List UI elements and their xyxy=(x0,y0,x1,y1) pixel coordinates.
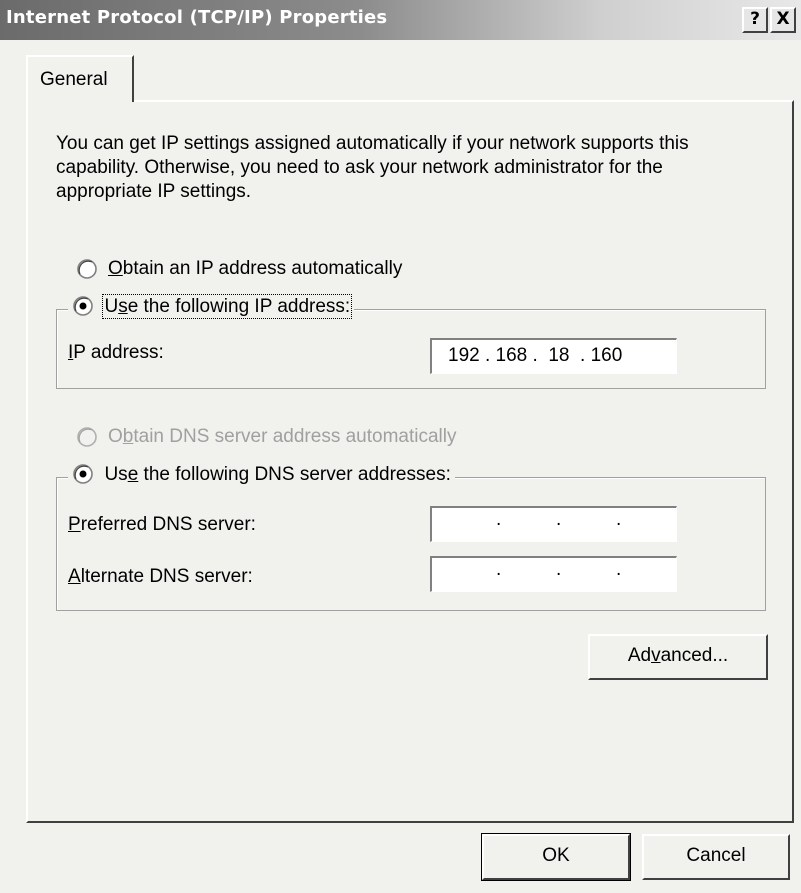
ip-address-input[interactable]: 192 . 168 . 18 . 160 xyxy=(430,338,677,374)
use-following-dns-radio[interactable] xyxy=(72,463,94,485)
general-panel xyxy=(26,100,794,823)
tab-general[interactable]: General xyxy=(26,55,134,102)
ip-manual-legend: Use the following IP address: xyxy=(68,294,355,319)
obtain-ip-auto-radio[interactable] xyxy=(76,258,98,280)
tab-general-label: General xyxy=(40,69,108,90)
help-icon: ? xyxy=(750,9,760,29)
obtain-dns-auto-radio[interactable] xyxy=(76,426,98,448)
dns-manual-legend: Use the following DNS server addresses: xyxy=(68,463,455,487)
title-bar[interactable]: Internet Protocol (TCP/IP) Properties ? … xyxy=(0,0,801,40)
preferred-dns-label: Preferred DNS server: xyxy=(68,514,256,535)
radio-selected-icon xyxy=(73,463,93,484)
window-title: Internet Protocol (TCP/IP) Properties xyxy=(6,7,388,28)
use-following-ip-radio[interactable] xyxy=(72,295,94,317)
use-following-ip-label[interactable]: Use the following IP address: xyxy=(102,294,353,319)
obtain-dns-auto-label[interactable]: Obtain DNS server address automatically xyxy=(108,426,457,448)
radio-unselected-icon xyxy=(77,259,97,279)
alternate-dns-input[interactable]: . . . xyxy=(430,556,677,592)
ip-address-value: 192 . 168 . 18 . 160 xyxy=(448,345,623,366)
radio-selected-icon xyxy=(73,295,93,316)
close-button[interactable]: X xyxy=(770,7,796,33)
help-button[interactable]: ? xyxy=(742,7,768,33)
close-icon: X xyxy=(776,9,790,29)
preferred-dns-input[interactable]: . . . xyxy=(430,506,677,542)
ok-button[interactable]: OK xyxy=(481,833,631,881)
description-text: You can get IP settings assigned automat… xyxy=(56,133,689,202)
alternate-dns-label: Alternate DNS server: xyxy=(68,566,253,587)
tcpip-properties-dialog: Internet Protocol (TCP/IP) Properties ? … xyxy=(0,0,801,893)
use-following-dns-label[interactable]: Use the following DNS server addresses: xyxy=(104,464,450,485)
cancel-button[interactable]: Cancel xyxy=(642,834,790,880)
radio-disabled-icon xyxy=(77,427,97,447)
advanced-button[interactable]: Advanced... xyxy=(588,634,768,680)
ip-address-label: IP address: xyxy=(68,342,164,363)
obtain-ip-auto-label[interactable]: Obtain an IP address automatically xyxy=(108,258,402,280)
